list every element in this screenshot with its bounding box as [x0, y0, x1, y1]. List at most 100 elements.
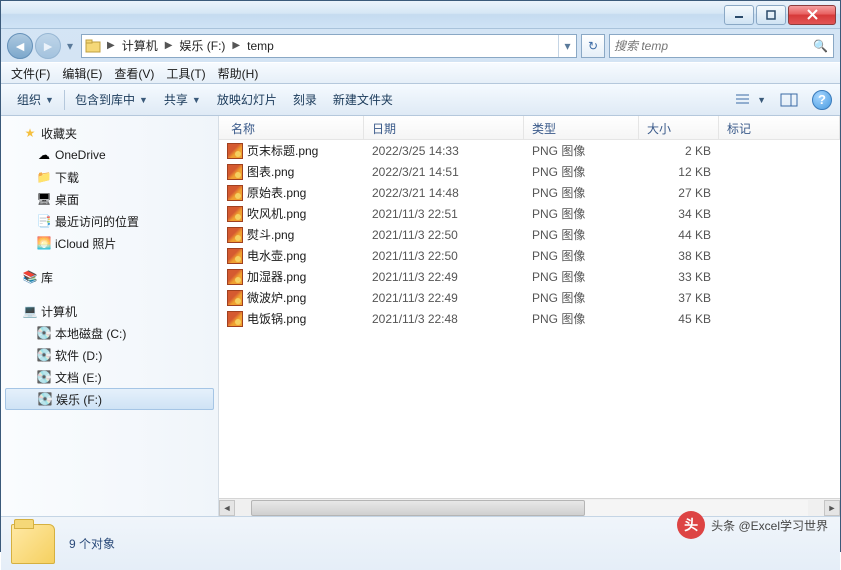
file-row[interactable]: 页末标题.png2022/3/25 14:33PNG 图像2 KB	[219, 140, 840, 161]
file-row[interactable]: 原始表.png2022/3/21 14:48PNG 图像27 KB	[219, 182, 840, 203]
include-in-library-button[interactable]: 包含到库中▼	[67, 87, 156, 112]
column-name[interactable]: 名称	[219, 116, 364, 139]
file-name: 图表.png	[247, 163, 294, 180]
refresh-button[interactable]: ↻	[581, 34, 605, 58]
tree-computer[interactable]: 💻计算机	[1, 300, 218, 322]
file-row[interactable]: 熨斗.png2021/11/3 22:50PNG 图像44 KB	[219, 224, 840, 245]
search-icon[interactable]: 🔍	[813, 39, 829, 53]
file-size: 2 KB	[639, 144, 719, 158]
file-type: PNG 图像	[524, 184, 639, 201]
photo-icon: 🌅	[35, 236, 53, 250]
search-input[interactable]	[614, 39, 813, 53]
folder-icon: 📁	[35, 170, 53, 184]
file-size: 45 KB	[639, 312, 719, 326]
menu-help[interactable]: 帮助(H)	[212, 63, 265, 84]
menu-file[interactable]: 文件(F)	[5, 63, 56, 84]
file-row[interactable]: 加湿器.png2021/11/3 22:49PNG 图像33 KB	[219, 266, 840, 287]
address-bar: ◄ ► ▾ ▶ 计算机 ▶ 娱乐 (F:) ▶ temp ▾ ↻ 🔍	[1, 29, 840, 62]
column-size[interactable]: 大小	[639, 116, 719, 139]
breadcrumb-segment[interactable]: temp	[243, 35, 278, 57]
chevron-right-icon[interactable]: ▶	[104, 40, 118, 51]
preview-pane-button[interactable]	[776, 89, 802, 111]
breadcrumb-dropdown[interactable]: ▾	[558, 35, 576, 57]
folder-icon	[82, 39, 104, 53]
file-row[interactable]: 电饭锅.png2021/11/3 22:48PNG 图像45 KB	[219, 308, 840, 329]
tree-favorites[interactable]: ★收藏夹	[1, 122, 218, 144]
forward-button[interactable]: ►	[35, 33, 61, 59]
file-name: 电饭锅.png	[247, 310, 306, 327]
tree-desktop[interactable]: 🖥桌面	[1, 188, 218, 210]
tree-recent[interactable]: 📑最近访问的位置	[1, 210, 218, 232]
file-type: PNG 图像	[524, 268, 639, 285]
breadcrumb-segment[interactable]: 娱乐 (F:)	[175, 35, 229, 57]
file-size: 44 KB	[639, 228, 719, 242]
content-area: ★收藏夹 ☁OneDrive 📁下载 🖥桌面 📑最近访问的位置 🌅iCloud …	[1, 116, 840, 516]
file-size: 12 KB	[639, 165, 719, 179]
search-box[interactable]: 🔍	[609, 34, 834, 58]
file-name: 电水壶.png	[247, 247, 306, 264]
scroll-left-button[interactable]: ◄	[219, 500, 235, 516]
drive-icon: 💽	[35, 348, 53, 362]
file-row[interactable]: 电水壶.png2021/11/3 22:50PNG 图像38 KB	[219, 245, 840, 266]
file-name: 微波炉.png	[247, 289, 306, 306]
chevron-right-icon[interactable]: ▶	[162, 40, 176, 51]
menu-edit[interactable]: 编辑(E)	[56, 63, 108, 84]
minimize-button[interactable]	[724, 5, 754, 25]
image-file-icon	[227, 269, 243, 285]
breadcrumb[interactable]: ▶ 计算机 ▶ 娱乐 (F:) ▶ temp ▾	[81, 34, 577, 58]
image-file-icon	[227, 206, 243, 222]
file-name: 吹风机.png	[247, 205, 306, 222]
slideshow-button[interactable]: 放映幻灯片	[209, 87, 285, 112]
organize-button[interactable]: 组织▼	[9, 87, 62, 112]
chevron-right-icon[interactable]: ▶	[229, 40, 243, 51]
tree-drive-c[interactable]: 💽本地磁盘 (C:)	[1, 322, 218, 344]
column-type[interactable]: 类型	[524, 116, 639, 139]
file-list: 名称 日期 类型 大小 标记 页末标题.png2022/3/25 14:33PN…	[219, 116, 840, 516]
file-row[interactable]: 微波炉.png2021/11/3 22:49PNG 图像37 KB	[219, 287, 840, 308]
file-size: 37 KB	[639, 291, 719, 305]
menu-bar: 文件(F) 编辑(E) 查看(V) 工具(T) 帮助(H)	[1, 62, 840, 84]
tree-drive-e[interactable]: 💽文档 (E:)	[1, 366, 218, 388]
new-folder-button[interactable]: 新建文件夹	[325, 87, 401, 112]
navigation-pane[interactable]: ★收藏夹 ☁OneDrive 📁下载 🖥桌面 📑最近访问的位置 🌅iCloud …	[1, 116, 219, 516]
tree-icloud[interactable]: 🌅iCloud 照片	[1, 232, 218, 254]
share-button[interactable]: 共享▼	[156, 87, 209, 112]
breadcrumb-segment[interactable]: 计算机	[118, 35, 162, 57]
titlebar[interactable]	[1, 1, 840, 29]
tree-libraries[interactable]: 📚库	[1, 266, 218, 288]
column-date[interactable]: 日期	[364, 116, 524, 139]
image-file-icon	[227, 185, 243, 201]
image-file-icon	[227, 143, 243, 159]
menu-view[interactable]: 查看(V)	[108, 63, 160, 84]
file-row[interactable]: 吹风机.png2021/11/3 22:51PNG 图像34 KB	[219, 203, 840, 224]
maximize-button[interactable]	[756, 5, 786, 25]
tree-onedrive[interactable]: ☁OneDrive	[1, 144, 218, 166]
drive-icon: 💽	[36, 392, 54, 406]
file-size: 38 KB	[639, 249, 719, 263]
file-rows[interactable]: 页末标题.png2022/3/25 14:33PNG 图像2 KB图表.png2…	[219, 140, 840, 498]
close-button[interactable]	[788, 5, 836, 25]
back-button[interactable]: ◄	[7, 33, 33, 59]
file-date: 2021/11/3 22:50	[364, 249, 524, 263]
tree-drive-d[interactable]: 💽软件 (D:)	[1, 344, 218, 366]
burn-button[interactable]: 刻录	[285, 87, 325, 112]
computer-icon: 💻	[21, 304, 39, 318]
file-name: 加湿器.png	[247, 268, 306, 285]
view-mode-button[interactable]: ▼	[731, 89, 770, 111]
menu-tools[interactable]: 工具(T)	[160, 63, 211, 84]
tree-drive-f[interactable]: 💽娱乐 (F:)	[5, 388, 214, 410]
file-row[interactable]: 图表.png2022/3/21 14:51PNG 图像12 KB	[219, 161, 840, 182]
folder-icon	[11, 524, 55, 564]
history-dropdown[interactable]: ▾	[63, 33, 77, 59]
desktop-icon: 🖥	[35, 192, 53, 206]
image-file-icon	[227, 248, 243, 264]
file-type: PNG 图像	[524, 289, 639, 306]
watermark: 头 头条 @Excel学习世界	[677, 511, 828, 539]
file-size: 27 KB	[639, 186, 719, 200]
scroll-thumb[interactable]	[251, 500, 585, 516]
column-mark[interactable]: 标记	[719, 116, 840, 139]
file-type: PNG 图像	[524, 142, 639, 159]
help-button[interactable]: ?	[812, 90, 832, 110]
file-date: 2021/11/3 22:49	[364, 270, 524, 284]
tree-downloads[interactable]: 📁下载	[1, 166, 218, 188]
